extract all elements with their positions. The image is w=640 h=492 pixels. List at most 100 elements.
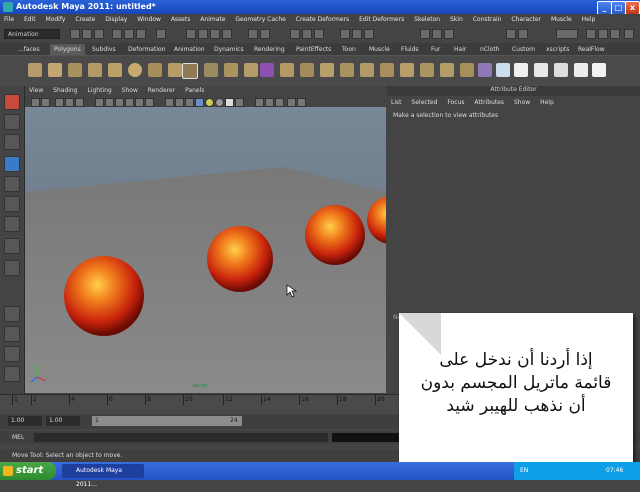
menu-constrain[interactable]: Constrain <box>469 14 506 23</box>
poly-torus-icon[interactable] <box>128 63 142 77</box>
xray-components-icon[interactable] <box>275 98 284 107</box>
menu-window[interactable]: Window <box>133 14 165 23</box>
combine-icon[interactable] <box>204 63 218 77</box>
smooth-icon[interactable] <box>260 63 274 77</box>
minimize-button[interactable]: _ <box>597 1 612 15</box>
shadows-icon[interactable] <box>215 98 224 107</box>
wireframe-on-shaded-icon[interactable] <box>185 98 194 107</box>
rotate-tool-icon[interactable] <box>4 176 20 192</box>
poly-prism-icon[interactable] <box>148 63 162 77</box>
poly-sphere-icon[interactable] <box>28 63 42 77</box>
camera-attributes-icon[interactable] <box>41 98 50 107</box>
select-object-icon[interactable] <box>124 29 134 39</box>
scale-tool-icon[interactable] <box>4 196 20 212</box>
language-indicator[interactable]: EN <box>520 462 528 480</box>
channel-box-toggle-icon[interactable] <box>598 29 608 39</box>
new-scene-icon[interactable] <box>70 29 80 39</box>
resolution-gate-icon[interactable] <box>105 98 114 107</box>
tab-rendering[interactable]: Rendering <box>250 44 289 55</box>
menu-create[interactable]: Create <box>71 14 99 23</box>
tab-custom[interactable]: Custom <box>508 44 539 55</box>
menu-animate[interactable]: Animate <box>196 14 229 23</box>
time-slider[interactable]: 1 2 4 6 8 10 12 14 16 18 20 <box>0 394 400 415</box>
persp-outliner-layout-icon[interactable] <box>4 346 20 362</box>
ae-menu-attributes[interactable]: Attributes <box>470 96 508 106</box>
select-camera-icon[interactable] <box>31 98 40 107</box>
vp-settings-icon[interactable] <box>297 98 306 107</box>
history-icon[interactable] <box>248 29 258 39</box>
poly-cube-icon[interactable] <box>48 63 62 77</box>
menu-file[interactable]: File <box>0 14 18 23</box>
field-icon[interactable] <box>506 29 516 39</box>
extract-icon[interactable] <box>244 63 258 77</box>
xray-joints-icon[interactable] <box>265 98 274 107</box>
persp-graph-layout-icon[interactable] <box>4 366 20 382</box>
viewport-menu-renderer[interactable]: Renderer <box>144 86 179 94</box>
render-frame-icon[interactable] <box>290 29 300 39</box>
tab-ncloth[interactable]: nCloth <box>476 44 504 55</box>
single-perspective-layout-icon[interactable] <box>4 306 20 322</box>
tab-painteffects[interactable]: PaintEffects <box>292 44 335 55</box>
ae-menu-help[interactable]: Help <box>536 96 558 106</box>
start-button[interactable]: start <box>0 462 56 480</box>
cylindrical-mapping-icon[interactable] <box>534 63 548 77</box>
menu-set-dropdown[interactable]: Animation <box>4 29 60 39</box>
select-filter-icon[interactable] <box>156 29 166 39</box>
snap-grid-icon[interactable] <box>186 29 196 39</box>
bevel-icon[interactable] <box>380 63 394 77</box>
xray-icon[interactable] <box>235 98 244 107</box>
poly-cone-icon[interactable] <box>88 63 102 77</box>
tab-realflow[interactable]: RealFlow <box>574 44 609 55</box>
ae-menu-show[interactable]: Show <box>510 96 534 106</box>
menu-modify[interactable]: Modify <box>42 14 70 23</box>
isolate-select-icon[interactable] <box>255 98 264 107</box>
automatic-mapping-icon[interactable] <box>574 63 588 77</box>
tab-polygons[interactable]: Polygons <box>50 44 85 55</box>
viewport-menu-show[interactable]: Show <box>118 86 142 94</box>
poly-pyramid-icon[interactable] <box>168 63 182 77</box>
soft-select-icon[interactable] <box>4 260 20 276</box>
construction-history-icon[interactable] <box>260 29 270 39</box>
split-polygon-icon[interactable] <box>340 63 354 77</box>
playback-start-field[interactable]: 1.00 <box>46 416 80 426</box>
close-button[interactable]: x <box>625 1 640 15</box>
animation-start-field[interactable]: 1.00 <box>8 416 42 426</box>
textured-icon[interactable] <box>195 98 204 107</box>
four-view-layout-icon[interactable] <box>4 326 20 342</box>
film-gate-icon[interactable] <box>95 98 104 107</box>
menu-help[interactable]: Help <box>578 14 600 23</box>
mel-input[interactable] <box>34 433 328 442</box>
mirror-geometry-icon[interactable] <box>478 63 492 77</box>
snap-point-icon[interactable] <box>210 29 220 39</box>
perspective-viewport[interactable]: persp <box>25 107 386 393</box>
append-polygon-icon[interactable] <box>320 63 334 77</box>
snap-view-plane-icon[interactable] <box>222 29 232 39</box>
show-hide-modeling-toolkit-icon[interactable] <box>586 29 596 39</box>
tab-xscripts[interactable]: xscripts <box>542 44 573 55</box>
viewport-menu-panels[interactable]: Panels <box>181 86 208 94</box>
numeric-input-field[interactable] <box>556 29 578 39</box>
sculpt-geometry-icon[interactable] <box>440 63 454 77</box>
input-line-icon[interactable] <box>352 29 362 39</box>
show-hide-tool-settings-icon[interactable] <box>432 29 442 39</box>
menu-skeleton[interactable]: Skeleton <box>410 14 444 23</box>
poly-plane-icon[interactable] <box>108 63 122 77</box>
image-plane-icon[interactable] <box>65 98 74 107</box>
extrude-icon[interactable] <box>280 63 294 77</box>
reduce-icon[interactable] <box>460 63 474 77</box>
viewport-menu-shading[interactable]: Shading <box>49 86 81 94</box>
poly-cylinder-icon[interactable] <box>68 63 82 77</box>
tab-deformation[interactable]: Deformation <box>124 44 169 55</box>
save-scene-icon[interactable] <box>94 29 104 39</box>
paint-select-tool-icon[interactable] <box>4 134 20 150</box>
ae-menu-list[interactable]: List <box>387 96 406 106</box>
sphere-object-1[interactable] <box>64 256 144 336</box>
tab-toon[interactable]: Toon <box>338 44 360 55</box>
last-tool-icon[interactable] <box>4 238 20 254</box>
spherical-mapping-icon[interactable] <box>554 63 568 77</box>
menu-character[interactable]: Character <box>507 14 545 23</box>
taskbar-item-maya[interactable]: Autodesk Maya 2011... <box>62 464 144 488</box>
tool-settings-toggle-icon[interactable] <box>624 29 634 39</box>
move-tool-icon[interactable] <box>4 156 20 172</box>
soft-modification-icon[interactable] <box>420 63 434 77</box>
